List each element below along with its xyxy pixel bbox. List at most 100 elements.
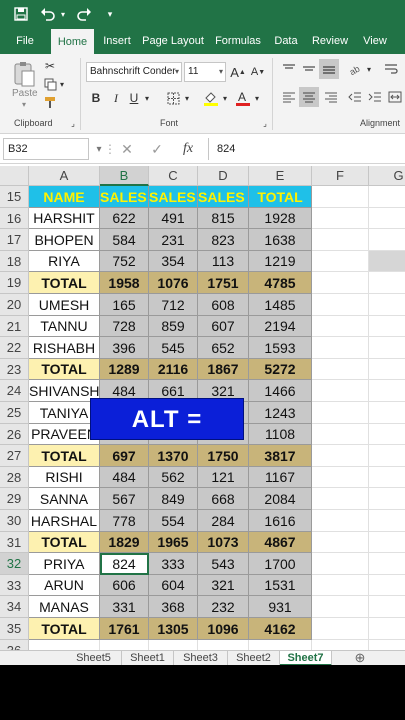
- column-header-f[interactable]: F: [312, 166, 369, 186]
- cell-sales-2[interactable]: 2116: [149, 359, 198, 380]
- empty-cell[interactable]: [369, 294, 405, 316]
- select-all-corner[interactable]: [0, 166, 29, 186]
- cell-sales-2[interactable]: [149, 640, 198, 650]
- decrease-font-size-icon[interactable]: A ▼: [250, 62, 266, 82]
- cell-sales-2[interactable]: 1370: [149, 445, 198, 467]
- cell-sales-1[interactable]: 728: [100, 316, 149, 337]
- increase-indent-icon[interactable]: [366, 88, 384, 106]
- wrap-text-icon[interactable]: [382, 60, 400, 78]
- column-header-e[interactable]: E: [249, 166, 312, 186]
- cell-sales-1[interactable]: 1829: [100, 532, 149, 553]
- bold-icon[interactable]: B: [88, 88, 104, 108]
- empty-cell[interactable]: [369, 467, 405, 488]
- cell-total[interactable]: 4785: [249, 272, 312, 294]
- empty-cell[interactable]: [369, 488, 405, 510]
- empty-cell[interactable]: [369, 251, 405, 272]
- empty-cell[interactable]: [369, 445, 405, 467]
- cell-sales-1[interactable]: 584: [100, 229, 149, 251]
- empty-cell[interactable]: [312, 532, 369, 553]
- insert-function-icon[interactable]: fx: [178, 140, 198, 158]
- cell-total[interactable]: 1485: [249, 294, 312, 316]
- cell-sales-2[interactable]: 604: [149, 575, 198, 596]
- empty-cell[interactable]: [369, 553, 405, 575]
- redo-icon[interactable]: [74, 4, 94, 24]
- align-middle-icon[interactable]: [300, 60, 318, 78]
- copy-dropdown-icon[interactable]: ▾: [58, 76, 66, 92]
- cell-sales-2[interactable]: 368: [149, 596, 198, 618]
- cell-name[interactable]: SANNA: [29, 488, 100, 510]
- sheet-tab-sheet7[interactable]: Sheet7: [280, 651, 332, 665]
- cell-sales-3[interactable]: 543: [198, 553, 249, 575]
- empty-cell[interactable]: [312, 510, 369, 532]
- cell-sales-1[interactable]: 824: [100, 553, 149, 575]
- cell-sales-2[interactable]: 491: [149, 208, 198, 229]
- cell-total[interactable]: 1638: [249, 229, 312, 251]
- italic-icon[interactable]: I: [108, 88, 124, 108]
- cell-total[interactable]: 1531: [249, 575, 312, 596]
- borders-dropdown-icon[interactable]: ▾: [182, 88, 192, 108]
- cell-sales-3[interactable]: 1096: [198, 618, 249, 640]
- empty-cell[interactable]: [312, 294, 369, 316]
- underline-icon[interactable]: U: [126, 88, 142, 108]
- empty-cell[interactable]: [369, 618, 405, 640]
- column-header-g[interactable]: G: [369, 166, 405, 186]
- font-size-combo[interactable]: 11 ▾: [184, 62, 226, 82]
- header-cell-name[interactable]: NAME: [29, 186, 100, 208]
- cell-sales-1[interactable]: 331: [100, 596, 149, 618]
- empty-cell[interactable]: [312, 402, 369, 424]
- cell-name[interactable]: TOTAL: [29, 618, 100, 640]
- paste-dropdown-icon[interactable]: ▾: [22, 100, 26, 109]
- cell-sales-3[interactable]: 823: [198, 229, 249, 251]
- row-header[interactable]: 18: [0, 251, 29, 272]
- cell-name[interactable]: RISHABH: [29, 337, 100, 359]
- cell-name[interactable]: TOTAL: [29, 359, 100, 380]
- empty-cell[interactable]: [312, 337, 369, 359]
- empty-cell[interactable]: [369, 640, 405, 650]
- cell-name[interactable]: UMESH: [29, 294, 100, 316]
- format-painter-icon[interactable]: [42, 94, 58, 110]
- cell-sales-1[interactable]: 697: [100, 445, 149, 467]
- tab-file[interactable]: File: [8, 28, 42, 54]
- row-header[interactable]: 34: [0, 596, 29, 618]
- row-header[interactable]: 22: [0, 337, 29, 359]
- cell-total[interactable]: 1593: [249, 337, 312, 359]
- cell-total[interactable]: 2084: [249, 488, 312, 510]
- sheet-tab-sheet5[interactable]: Sheet5: [66, 651, 122, 665]
- cell-total[interactable]: [249, 640, 312, 650]
- cell-total[interactable]: 1616: [249, 510, 312, 532]
- row-header[interactable]: 29: [0, 488, 29, 510]
- cell-sales-1[interactable]: 396: [100, 337, 149, 359]
- empty-cell[interactable]: [369, 359, 405, 380]
- tab-view[interactable]: View: [358, 28, 392, 54]
- cell-sales-1[interactable]: 752: [100, 251, 149, 272]
- cell-total[interactable]: 5272: [249, 359, 312, 380]
- tab-data[interactable]: Data: [270, 28, 302, 54]
- empty-cell[interactable]: [312, 316, 369, 337]
- cell-sales-3[interactable]: 121: [198, 467, 249, 488]
- cell-name[interactable]: RISHI: [29, 467, 100, 488]
- merge-center-icon[interactable]: [386, 88, 404, 106]
- row-header[interactable]: 15: [0, 186, 29, 208]
- cell-sales-1[interactable]: 1958: [100, 272, 149, 294]
- cell-total[interactable]: 4162: [249, 618, 312, 640]
- row-header[interactable]: 21: [0, 316, 29, 337]
- cell-sales-3[interactable]: 668: [198, 488, 249, 510]
- cell-total[interactable]: 1108: [249, 424, 312, 445]
- cell-name[interactable]: ARUN: [29, 575, 100, 596]
- copy-icon[interactable]: [42, 76, 58, 92]
- cell-sales-2[interactable]: 354: [149, 251, 198, 272]
- empty-cell[interactable]: [369, 272, 405, 294]
- decrease-indent-icon[interactable]: [346, 88, 364, 106]
- column-header-a[interactable]: A: [29, 166, 100, 186]
- borders-icon[interactable]: [164, 88, 182, 108]
- cell-sales-1[interactable]: 484: [100, 467, 149, 488]
- cell-total[interactable]: 4867: [249, 532, 312, 553]
- empty-cell[interactable]: [312, 208, 369, 229]
- empty-cell[interactable]: [312, 359, 369, 380]
- empty-cell[interactable]: [312, 640, 369, 650]
- row-header[interactable]: 17: [0, 229, 29, 251]
- cut-icon[interactable]: ✂: [42, 58, 58, 74]
- empty-cell[interactable]: [369, 186, 405, 208]
- cell-sales-3[interactable]: 815: [198, 208, 249, 229]
- add-sheet-icon[interactable]: ⊕: [348, 651, 372, 665]
